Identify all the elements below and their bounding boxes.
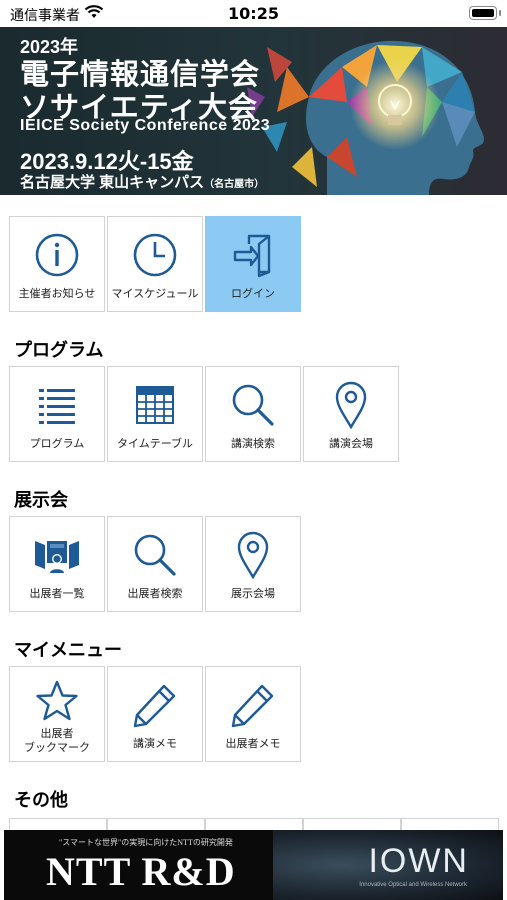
my-menu-grid: 出展者 ブックマーク 講演メモ 出展者メモ [9, 666, 303, 762]
status-bar: 通信事業者 10:25 [0, 0, 507, 27]
top-menu-grid: 主催者お知らせ マイスケジュール ログイン [9, 216, 303, 312]
exhibitor-bookmark-label: 出展者 ブックマーク [10, 727, 104, 755]
clock-icon [108, 231, 202, 279]
map-pin-icon [206, 531, 300, 579]
exhibitor-bookmark-label-line2: ブックマーク [24, 741, 90, 754]
exhibitor-icon [10, 531, 104, 579]
lecture-search-button[interactable]: 講演検索 [205, 366, 301, 462]
other-section-title: その他 [14, 790, 68, 810]
banner-venue-name: 名古屋大学 東山キャンパス [20, 174, 205, 191]
banner-title-en: IEICE Society Conference 2023 [20, 117, 271, 134]
program-button[interactable]: プログラム [9, 366, 105, 462]
info-icon [10, 231, 104, 279]
clock: 10:25 [228, 4, 279, 23]
banner-venue: 名古屋大学 東山キャンパス（名古屋市） [20, 171, 264, 192]
pencil-icon [206, 681, 300, 729]
exhibitor-bookmark-label-line1: 出展者 [40, 727, 74, 740]
list-icon [10, 381, 104, 429]
calendar-icon [108, 381, 202, 429]
exhibitor-bookmark-button[interactable]: 出展者 ブックマーク [9, 666, 105, 762]
login-button[interactable]: ログイン [205, 216, 301, 312]
exhibitor-search-button[interactable]: 出展者検索 [107, 516, 203, 612]
banner-venue-city: （名古屋市） [204, 179, 265, 190]
ad-title: NTT R&D [46, 849, 236, 894]
my-menu-section-title: マイメニュー [14, 640, 122, 660]
login-icon [206, 231, 300, 279]
star-icon [10, 677, 104, 725]
search-icon [108, 531, 202, 579]
battery-icon [469, 6, 501, 20]
program-section-title: プログラム [14, 340, 104, 360]
exhibition-grid: 出展者一覧 出展者検索 展示会場 [9, 516, 303, 612]
exhibition-section-title: 展示会 [14, 490, 68, 510]
exhibitor-memo-button[interactable]: 出展者メモ [205, 666, 301, 762]
conference-banner: 2023年 電子情報通信学会 ソサイエティ大会 IEICE Society Co… [0, 27, 507, 195]
ntt-ad-banner[interactable]: "スマートな世界"の実現に向けたNTTの研究開発 NTT R&D IOWN In… [4, 830, 503, 900]
program-grid: プログラム タイムテーブル 講演検索 講演会場 [9, 366, 401, 462]
timetable-label: タイムテーブル [116, 437, 194, 450]
exhibitor-search-label: 出展者検索 [127, 587, 183, 600]
ad-subtitle: "スマートな世界"の実現に向けたNTTの研究開発 [59, 838, 233, 847]
notice-label: 主催者お知らせ [18, 287, 96, 300]
my-schedule-button[interactable]: マイスケジュール [107, 216, 203, 312]
lecture-memo-label: 講演メモ [133, 737, 177, 750]
lecture-memo-button[interactable]: 講演メモ [107, 666, 203, 762]
lecture-venue-button[interactable]: 講演会場 [303, 366, 399, 462]
exhibitor-list-button[interactable]: 出展者一覧 [9, 516, 105, 612]
lecture-venue-label: 講演会場 [329, 437, 373, 450]
search-icon [206, 381, 300, 429]
iown-subtitle: Innovative Optical and Wireless Network [359, 882, 467, 888]
login-label: ログイン [231, 287, 275, 300]
program-label: プログラム [29, 437, 85, 450]
exhibitor-list-label: 出展者一覧 [29, 587, 85, 600]
lecture-search-label: 講演検索 [231, 437, 275, 450]
pencil-icon [108, 681, 202, 729]
notice-button[interactable]: 主催者お知らせ [9, 216, 105, 312]
timetable-button[interactable]: タイムテーブル [107, 366, 203, 462]
iown-logo: IOWN [368, 842, 469, 880]
head-lightbulb-artwork [247, 40, 484, 195]
exhibition-venue-label: 展示会場 [231, 587, 275, 600]
my-schedule-label: マイスケジュール [111, 287, 199, 300]
exhibition-venue-button[interactable]: 展示会場 [205, 516, 301, 612]
map-pin-icon [304, 381, 398, 429]
exhibitor-memo-label: 出展者メモ [225, 737, 281, 750]
